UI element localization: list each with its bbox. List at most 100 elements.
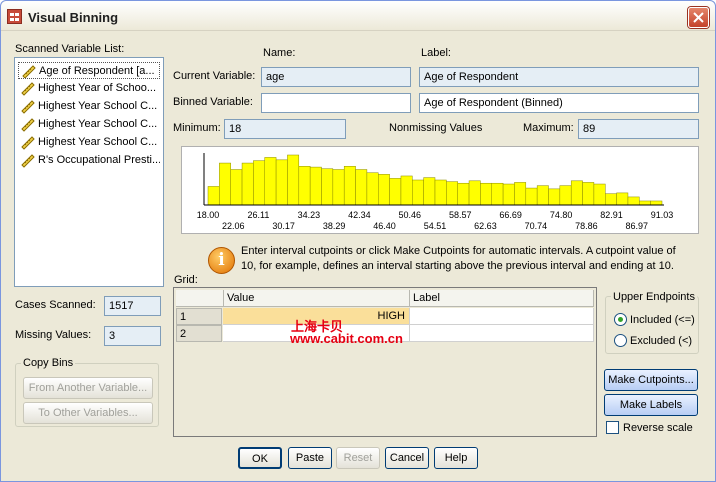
x-tick-label: 26.11 [248, 210, 270, 220]
x-tick-label: 34.23 [298, 210, 321, 220]
current-variable-label: Current Variable: [173, 70, 256, 82]
cases-scanned-label: Cases Scanned: [15, 299, 96, 311]
included-label: Included (<=) [630, 314, 695, 326]
binned-name-input[interactable] [261, 93, 411, 113]
histogram-bar [241, 162, 254, 206]
visual-binning-dialog: Visual Binning Scanned Variable List: Ag… [0, 0, 716, 482]
histogram-bar [207, 186, 220, 206]
list-item[interactable]: Highest Year of Schoo... [18, 80, 160, 97]
histogram-bar [457, 182, 470, 206]
binned-label-input[interactable]: Age of Respondent (Binned) [419, 93, 699, 113]
list-item-label: R's Occupational Presti... [38, 154, 160, 166]
histogram-bar [525, 187, 538, 206]
list-item[interactable]: Age of Respondent [a... [18, 62, 160, 79]
histogram-bar [355, 169, 368, 206]
x-tick-label: 38.29 [323, 221, 346, 231]
window-title: Visual Binning [28, 10, 119, 25]
grid-label-cell[interactable] [410, 308, 594, 325]
excluded-radio[interactable] [614, 334, 627, 347]
x-tick-label: 82.91 [600, 210, 623, 220]
grid-row-header[interactable]: 1 [176, 308, 222, 325]
histogram-bar [389, 178, 402, 206]
histogram-bar [570, 180, 583, 206]
watermark-url: www.cabit.com.cn [290, 331, 403, 346]
make-labels-button[interactable]: Make Labels [604, 394, 698, 416]
close-icon [693, 12, 704, 23]
grid-row-header[interactable]: 2 [176, 325, 222, 342]
ok-button[interactable]: OK [238, 447, 282, 469]
histogram-bar [378, 174, 390, 206]
histogram-bar [412, 179, 424, 206]
list-item-label: Age of Respondent [a... [39, 65, 155, 77]
list-item-label: Highest Year School C... [38, 100, 158, 112]
x-tick-label: 86.97 [626, 221, 649, 231]
grid-corner-header [176, 290, 224, 307]
info-message: Enter interval cutpoints or click Make C… [241, 245, 676, 272]
x-tick-label: 62.63 [474, 221, 497, 231]
x-tick-label: 70.74 [525, 221, 548, 231]
histogram-bar [321, 168, 334, 206]
histogram-bar [366, 172, 379, 206]
histogram-bar [423, 177, 436, 206]
maximum-field: 89 [578, 119, 699, 139]
reverse-scale-label: Reverse scale [623, 422, 693, 434]
grid-label-cell[interactable] [410, 325, 594, 342]
copy-from-button[interactable]: From Another Variable... [23, 377, 153, 399]
histogram-bar [253, 160, 266, 206]
histogram-bar [264, 157, 277, 206]
histogram-bar [275, 159, 288, 206]
histogram-bar [230, 169, 243, 206]
x-tick-label: 66.69 [499, 210, 522, 220]
close-button[interactable] [688, 7, 709, 28]
current-name-field: age [261, 67, 411, 87]
info-icon: i [208, 247, 235, 274]
histogram-bar [605, 193, 617, 206]
x-tick-label: 78.86 [575, 221, 598, 231]
list-item-label: Highest Year School C... [38, 118, 158, 130]
histogram-chart: 18.00 26.11 34.23 42.34 50.46 58.57 66.69 74.80… [197, 153, 674, 231]
reset-button[interactable]: Reset [336, 447, 380, 469]
histogram-bar [491, 182, 504, 206]
copy-bins-title: Copy Bins [21, 357, 76, 369]
histogram-bar [468, 180, 481, 206]
histogram-bar [332, 169, 345, 206]
current-var-label-field: Age of Respondent [419, 67, 699, 87]
help-button[interactable]: Help [434, 447, 478, 469]
label-header: Label: [421, 47, 451, 59]
name-header: Name: [263, 47, 296, 59]
included-radio[interactable] [614, 313, 627, 326]
x-tick-label: 22.06 [222, 221, 245, 231]
histogram-bar [343, 166, 356, 206]
copy-to-button[interactable]: To Other Variables... [23, 402, 153, 424]
histogram-bar [627, 196, 640, 206]
list-item-label: Highest Year of Schoo... [38, 82, 157, 94]
histogram-bar [650, 200, 663, 206]
histogram-bar [400, 175, 413, 206]
x-tick-label: 30.17 [272, 221, 295, 231]
histogram-bar [309, 166, 322, 206]
cancel-button[interactable]: Cancel [385, 447, 429, 469]
x-tick-label: 42.34 [348, 210, 371, 220]
binned-variable-label: Binned Variable: [173, 96, 253, 108]
histogram-bar [593, 183, 606, 206]
paste-button[interactable]: Paste [288, 447, 332, 469]
scale-variable-icon [21, 118, 35, 132]
x-tick-label: 50.46 [399, 210, 422, 220]
reverse-scale-checkbox[interactable] [606, 421, 619, 434]
list-item[interactable]: Highest Year School C... [18, 116, 160, 133]
cutpoint-grid[interactable]: Value Label 1 HIGH 2 [173, 287, 597, 437]
missing-values-label: Missing Values: [15, 329, 92, 341]
x-tick-label: 18.00 [197, 210, 220, 220]
make-cutpoints-button[interactable]: Make Cutpoints... [604, 369, 698, 391]
histogram-bar [502, 183, 515, 206]
list-item[interactable]: Highest Year School C... [18, 98, 160, 115]
scale-variable-icon [21, 136, 35, 150]
scanned-list-label: Scanned Variable List: [15, 43, 125, 55]
x-tick-label: 91.03 [651, 210, 674, 220]
histogram-bar [559, 185, 572, 206]
app-grid-icon [7, 9, 22, 24]
list-item[interactable]: R's Occupational Presti... [18, 152, 160, 169]
scanned-variable-list[interactable]: Age of Respondent [a... Highest Year of … [14, 57, 164, 287]
list-item[interactable]: Highest Year School C... [18, 134, 160, 151]
histogram-bar [287, 154, 300, 206]
